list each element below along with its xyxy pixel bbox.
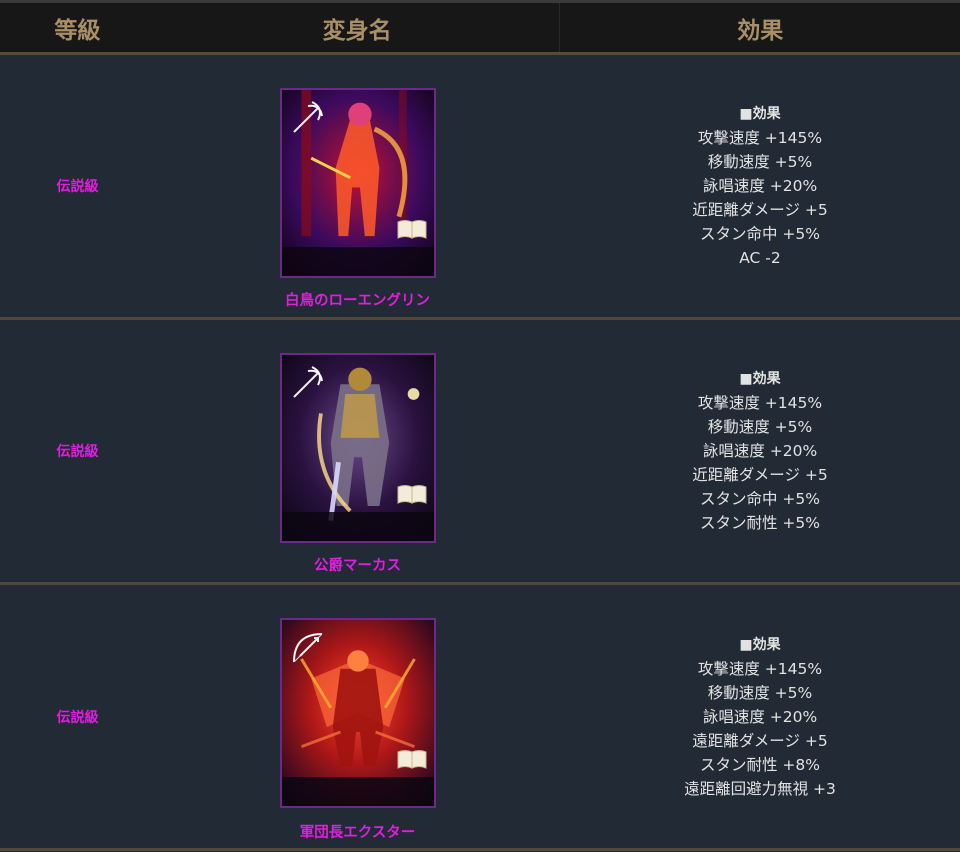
weapon-icon	[293, 366, 323, 398]
effect-line: 詠唱速度 +20%	[702, 177, 818, 195]
bow-icon	[293, 633, 323, 663]
card-footer-bar	[282, 512, 434, 541]
header-name: 変身名	[322, 17, 392, 44]
effect-line: 近距離ダメージ +5	[692, 466, 828, 484]
book-icon	[397, 750, 427, 769]
effect-line: スタン命中 +5%	[699, 490, 820, 508]
grade-cell: 伝説級	[56, 444, 99, 460]
effect-line: 近距離ダメージ +5	[692, 201, 828, 219]
table-row: 伝説級	[0, 320, 960, 585]
header-effect: 効果	[559, 3, 960, 52]
character-card-image[interactable]	[280, 618, 436, 808]
effects-cell: ■効果 攻撃速度 +145% 移動速度 +5% 詠唱速度 +20% 近距離ダメー…	[560, 55, 960, 317]
effect-line: スタン命中 +5%	[699, 225, 820, 243]
effect-line: 遠距離ダメージ +5	[692, 731, 828, 750]
effects-title: ■効果	[739, 371, 781, 387]
effect-line: 攻撃速度 +145%	[697, 129, 823, 147]
effect-line: 攻撃速度 +145%	[697, 394, 823, 412]
table-header: 等級 変身名 効果	[0, 3, 960, 55]
effect-line: 詠唱速度 +20%	[702, 442, 818, 460]
header-grade: 等級	[54, 17, 101, 44]
effect-line: スタン耐性 +5%	[699, 514, 820, 532]
book-icon	[397, 485, 427, 504]
effect-line: 移動速度 +5%	[707, 683, 813, 702]
character-card-image[interactable]	[280, 353, 436, 543]
name-cell: 軍団長エクスター	[155, 585, 560, 848]
character-card-image[interactable]	[280, 88, 436, 278]
effect-line: 移動速度 +5%	[707, 418, 813, 436]
grade-cell: 伝説級	[56, 709, 99, 726]
name-cell: 白鳥のローエングリン	[155, 55, 560, 317]
card-footer-bar	[282, 247, 434, 276]
transformation-table: 等級 変身名 効果 伝説級 白鳥のローエングリン ■効果 攻撃速度 +145% …	[0, 0, 960, 851]
transformation-name: 軍団長エクスター	[299, 825, 416, 841]
weapon-icon	[293, 101, 323, 133]
effects-cell: ■効果 攻撃速度 +145% 移動速度 +5% 詠唱速度 +20% 遠距離ダメー…	[560, 585, 960, 848]
effects-title: ■効果	[739, 636, 781, 653]
transformation-name: 白鳥のローエングリン	[285, 293, 430, 309]
effect-line: 移動速度 +5%	[707, 153, 813, 171]
effects-cell: ■効果 攻撃速度 +145% 移動速度 +5% 詠唱速度 +20% 近距離ダメー…	[560, 320, 960, 582]
table-row: 伝説級	[0, 585, 960, 851]
card-footer-bar	[282, 777, 434, 806]
effects-title: ■効果	[739, 106, 781, 122]
effect-line: 詠唱速度 +20%	[702, 707, 818, 726]
table-row: 伝説級	[0, 55, 960, 320]
name-cell: 公爵マーカス	[155, 320, 560, 582]
effect-line: 攻撃速度 +145%	[697, 659, 823, 678]
transformation-name: 公爵マーカス	[314, 558, 401, 574]
effect-line: 遠距離回避力無視 +3	[684, 779, 836, 798]
grade-cell: 伝説級	[56, 179, 99, 195]
effect-line: スタン耐性 +8%	[699, 755, 820, 774]
effect-line: AC -2	[739, 249, 781, 267]
book-icon	[397, 220, 427, 239]
